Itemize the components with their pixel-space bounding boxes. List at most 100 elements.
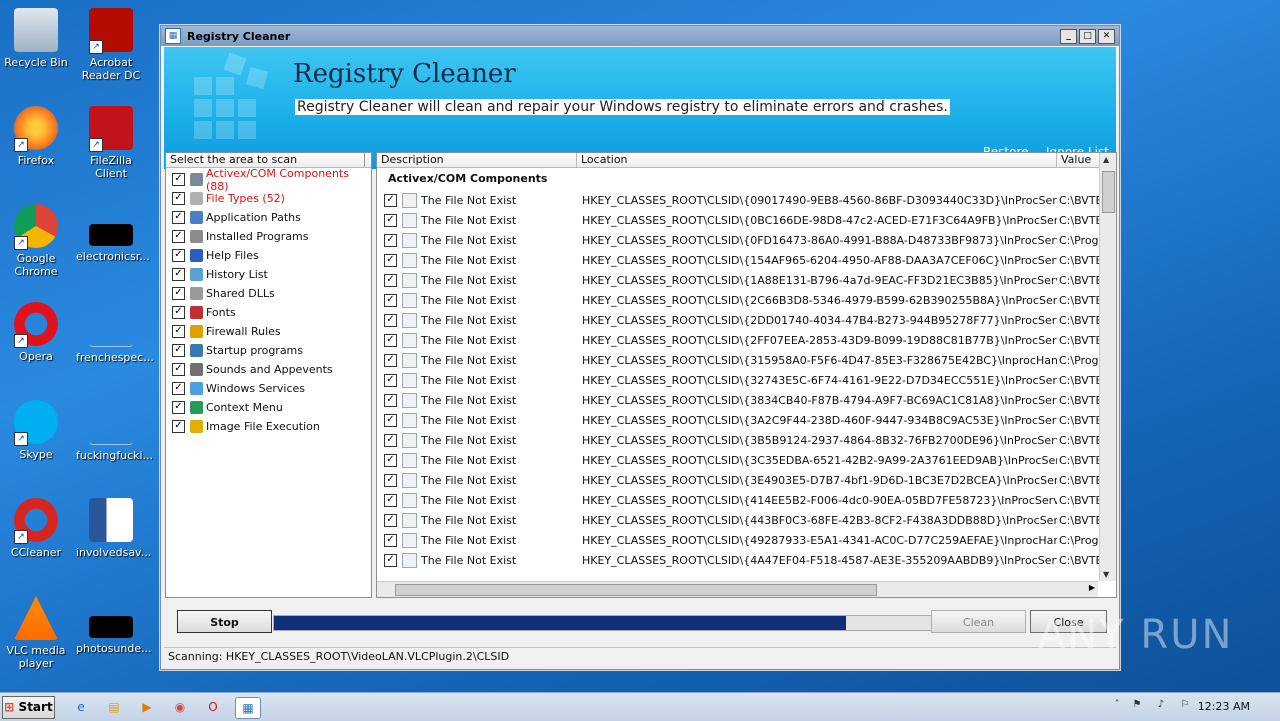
column-location[interactable]: Location [577,153,1057,167]
result-checkbox[interactable]: ✓ [384,373,397,387]
desktop-icon-ccleaner[interactable]: ↗ CCleaner [1,498,71,559]
result-checkbox[interactable]: ✓ [384,393,397,407]
result-row[interactable]: ✓ The File Not Exist HKEY_CLASSES_ROOT\CLS… [377,550,1116,570]
scan-area-checkbox[interactable]: ✓ [172,230,185,243]
vertical-scrollbar[interactable]: ▲ ▼ [1099,153,1116,581]
scan-area-checkbox[interactable]: ✓ [172,363,185,376]
result-row[interactable]: ✓ The File Not Exist HKEY_CLASSES_ROOT\CLS… [377,490,1116,510]
scan-area-item[interactable]: ✓ Startup programs [166,341,371,360]
hscroll-thumb[interactable] [395,584,877,596]
result-row[interactable]: ✓ The File Not Exist HKEY_CLASSES_ROOT\CLS… [377,230,1116,250]
desktop-icon-fucking[interactable]: fuckingfucki... [76,400,153,462]
action-center-icon[interactable]: ⚑ [1130,699,1144,713]
desktop-icon-acrobat[interactable]: ↗ Acrobat Reader DC [76,8,146,82]
scan-area-item[interactable]: ✓ Application Paths [166,208,371,227]
scroll-up-icon[interactable]: ▲ [1103,155,1109,164]
result-checkbox[interactable]: ✓ [384,253,397,267]
chrome-taskbar-icon[interactable]: ◉ [169,697,191,717]
result-row[interactable]: ✓ The File Not Exist HKEY_CLASSES_ROOT\CLS… [377,350,1116,370]
scan-area-item[interactable]: ✓ Help Files [166,246,371,265]
desktop-icon-recycle-bin[interactable]: Recycle Bin [1,8,71,69]
opera-taskbar-icon[interactable]: O [202,697,224,717]
scan-area-item[interactable]: ✓ Windows Services [166,379,371,398]
network-icon[interactable]: ⚐ [1178,699,1192,713]
scan-area-item[interactable]: ✓ Firewall Rules [166,322,371,341]
desktop-icon-firefox[interactable]: ↗ Firefox [1,106,71,167]
result-row[interactable]: ✓ The File Not Exist HKEY_CLASSES_ROOT\CLS… [377,390,1116,410]
scan-area-item[interactable]: ✓ Shared DLLs [166,284,371,303]
volume-icon[interactable]: ♪ [1154,699,1168,713]
result-checkbox[interactable]: ✓ [384,333,397,347]
desktop-icon-frenchespec[interactable]: frenchespec... [76,302,154,364]
result-row[interactable]: ✓ The File Not Exist HKEY_CLASSES_ROOT\CLS… [377,370,1116,390]
minimize-button[interactable]: _ [1060,28,1077,44]
result-row[interactable]: ✓ The File Not Exist HKEY_CLASSES_ROOT\CLS… [377,410,1116,430]
result-checkbox[interactable]: ✓ [384,353,397,367]
scan-area-checkbox[interactable]: ✓ [172,211,185,224]
result-row[interactable]: ✓ The File Not Exist HKEY_CLASSES_ROOT\CLS… [377,250,1116,270]
result-checkbox[interactable]: ✓ [384,453,397,467]
result-checkbox[interactable]: ✓ [384,433,397,447]
maximize-button[interactable]: □ [1079,28,1096,44]
result-row[interactable]: ✓ The File Not Exist HKEY_CLASSES_ROOT\CLS… [377,470,1116,490]
scan-area-checkbox[interactable]: ✓ [172,249,185,262]
scan-area-item[interactable]: ✓ Sounds and Appevents [166,360,371,379]
clock[interactable]: 12:23 AM [1198,700,1250,713]
media-player-icon[interactable]: ▶ [136,697,158,717]
result-row[interactable]: ✓ The File Not Exist HKEY_CLASSES_ROOT\CLS… [377,270,1116,290]
result-checkbox[interactable]: ✓ [384,553,397,567]
result-row[interactable]: ✓ The File Not Exist HKEY_CLASSES_ROOT\CLS… [377,510,1116,530]
desktop-icon-electronics[interactable]: electronicsr... [76,204,150,263]
scroll-right-icon[interactable]: ▶ [1089,583,1095,592]
result-row[interactable]: ✓ The File Not Exist HKEY_CLASSES_ROOT\CLS… [377,330,1116,350]
result-row[interactable]: ✓ The File Not Exist HKEY_CLASSES_ROOT\CLS… [377,430,1116,450]
desktop-icon-photos[interactable]: photosunde... [76,596,152,655]
desktop-icon-chrome[interactable]: ↗ Google Chrome [1,204,71,278]
scan-area-item[interactable]: ✓ History List [166,265,371,284]
explorer-icon[interactable]: ▤ [103,697,125,717]
desktop-icon-opera[interactable]: ↗ Opera [1,302,71,363]
scan-area-item[interactable]: ✓ Activex/COM Components (88) [166,167,371,193]
desktop-icon-vlc[interactable]: VLC media player [1,596,71,670]
scan-area-checkbox[interactable]: ✓ [172,173,185,186]
scan-area-item[interactable]: ✓ Installed Programs [166,227,371,246]
result-checkbox[interactable]: ✓ [384,213,397,227]
result-row[interactable]: ✓ The File Not Exist HKEY_CLASSES_ROOT\CLS… [377,530,1116,550]
scan-area-checkbox[interactable]: ✓ [172,420,185,433]
scan-area-checkbox[interactable]: ✓ [172,382,185,395]
registry-cleaner-taskbar-icon[interactable]: ▦ [235,697,261,719]
result-row[interactable]: ✓ The File Not Exist HKEY_CLASSES_ROOT\CLS… [377,310,1116,330]
result-row[interactable]: ✓ The File Not Exist HKEY_CLASSES_ROOT\CLS… [377,290,1116,310]
scan-area-checkbox[interactable]: ✓ [172,401,185,414]
scroll-down-icon[interactable]: ▼ [1103,570,1109,579]
scan-area-checkbox[interactable]: ✓ [172,192,185,205]
result-row[interactable]: ✓ The File Not Exist HKEY_CLASSES_ROOT\CLS… [377,190,1116,210]
desktop-icon-involved[interactable]: involvedsav... [76,498,151,559]
scroll-thumb[interactable] [1102,171,1115,213]
scan-area-checkbox[interactable]: ✓ [172,287,185,300]
ie-icon[interactable]: e [70,697,92,717]
clean-button[interactable]: Clean [931,610,1026,633]
result-checkbox[interactable]: ✓ [384,293,397,307]
result-checkbox[interactable]: ✓ [384,473,397,487]
column-description[interactable]: Description [377,153,577,167]
scan-area-checkbox[interactable]: ✓ [172,325,185,338]
result-checkbox[interactable]: ✓ [384,233,397,247]
result-checkbox[interactable]: ✓ [384,413,397,427]
title-bar[interactable]: ▦ Registry Cleaner _ □ ✕ [161,26,1119,46]
close-window-button[interactable]: ✕ [1098,28,1115,44]
result-checkbox[interactable]: ✓ [384,273,397,287]
start-button[interactable]: ⊞ Start [2,696,55,719]
result-checkbox[interactable]: ✓ [384,193,397,207]
scan-area-item[interactable]: ✓ Fonts [166,303,371,322]
result-checkbox[interactable]: ✓ [384,313,397,327]
result-row[interactable]: ✓ The File Not Exist HKEY_CLASSES_ROOT\CLS… [377,450,1116,470]
result-row[interactable]: ✓ The File Not Exist HKEY_CLASSES_ROOT\CLS… [377,210,1116,230]
desktop-icon-filezilla[interactable]: ↗ FileZilla Client [76,106,146,180]
scan-area-checkbox[interactable]: ✓ [172,306,185,319]
result-checkbox[interactable]: ✓ [384,513,397,527]
scan-area-checkbox[interactable]: ✓ [172,268,185,281]
desktop-icon-skype[interactable]: ↗ Skype [1,400,71,461]
result-checkbox[interactable]: ✓ [384,493,397,507]
scan-area-checkbox[interactable]: ✓ [172,344,185,357]
